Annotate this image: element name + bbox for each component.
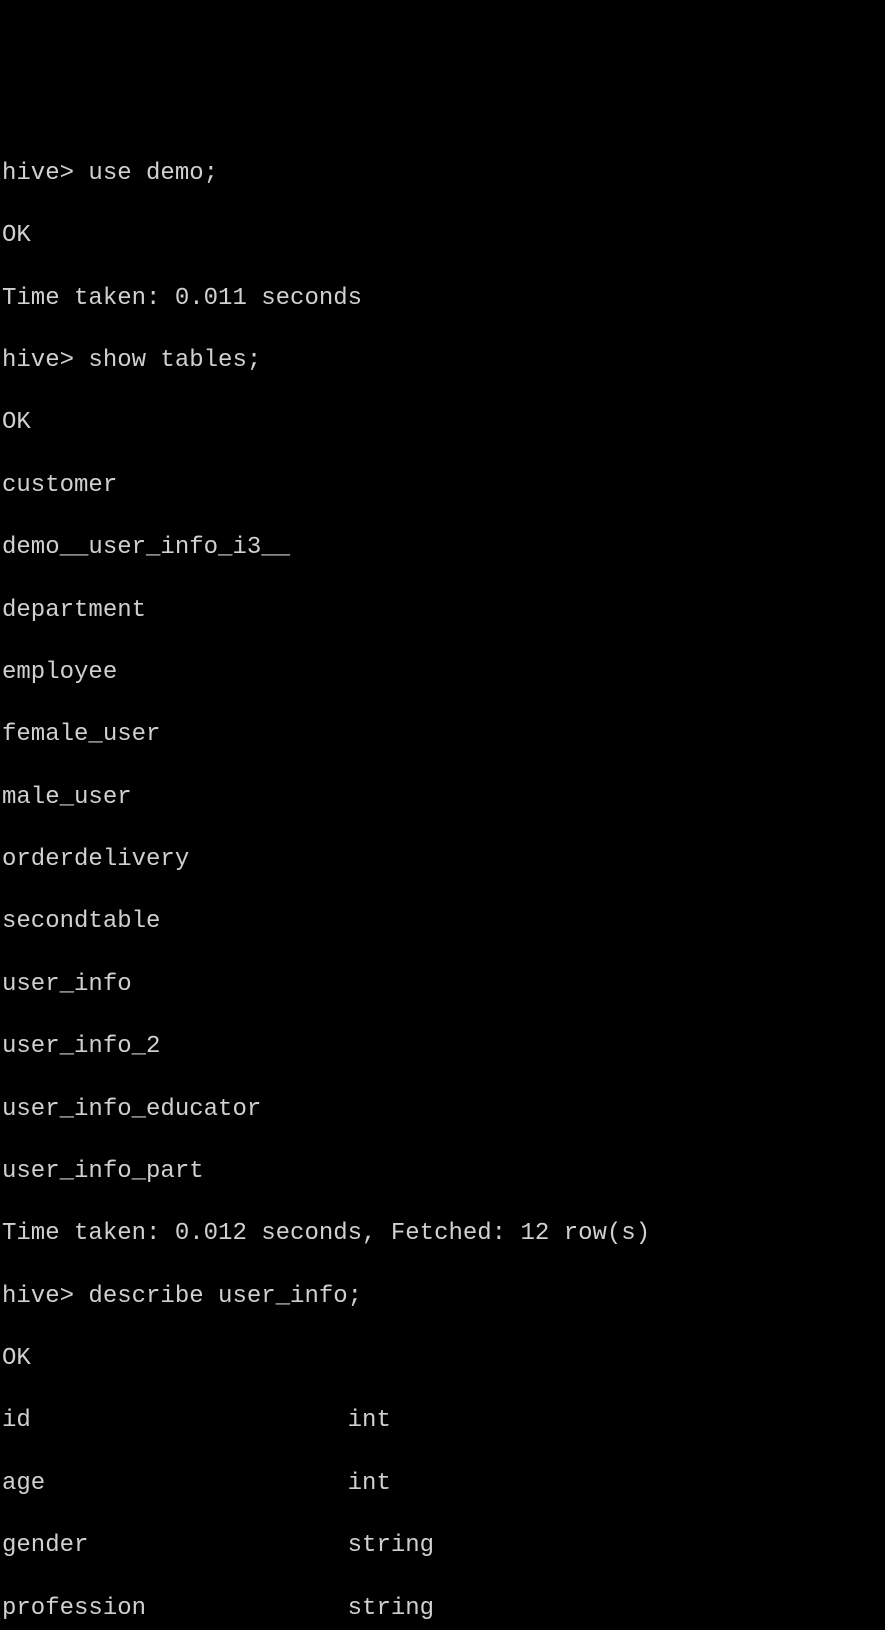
table-name: female_user <box>2 719 885 750</box>
command-line-2: hive> show tables; <box>2 345 885 376</box>
ok-response: OK <box>2 407 885 438</box>
command-text: use demo; <box>88 160 218 187</box>
command-line-1: hive> use demo; <box>2 158 885 189</box>
table-name: male_user <box>2 782 885 813</box>
table-name: secondtable <box>2 906 885 937</box>
hive-prompt: hive> <box>2 1283 88 1310</box>
table-name: demo__user_info_i3__ <box>2 532 885 563</box>
table-name: user_info <box>2 969 885 1000</box>
hive-prompt: hive> <box>2 347 88 374</box>
table-name: user_info_part <box>2 1156 885 1187</box>
hive-prompt: hive> <box>2 160 88 187</box>
table-name: employee <box>2 657 885 688</box>
schema-row: profession string <box>2 1593 885 1624</box>
hive-terminal-output[interactable]: hive> use demo; OK Time taken: 0.011 sec… <box>0 125 885 1630</box>
schema-row: id int <box>2 1405 885 1436</box>
time-taken: Time taken: 0.012 seconds, Fetched: 12 r… <box>2 1218 885 1249</box>
table-name: department <box>2 595 885 626</box>
command-text: describe user_info; <box>88 1283 362 1310</box>
command-text: show tables; <box>88 347 261 374</box>
ok-response: OK <box>2 1343 885 1374</box>
table-name: user_info_2 <box>2 1031 885 1062</box>
table-name: customer <box>2 470 885 501</box>
table-name: orderdelivery <box>2 844 885 875</box>
time-taken: Time taken: 0.011 seconds <box>2 283 885 314</box>
command-line-3: hive> describe user_info; <box>2 1281 885 1312</box>
ok-response: OK <box>2 220 885 251</box>
schema-row: gender string <box>2 1530 885 1561</box>
table-name: user_info_educator <box>2 1094 885 1125</box>
schema-row: age int <box>2 1468 885 1499</box>
